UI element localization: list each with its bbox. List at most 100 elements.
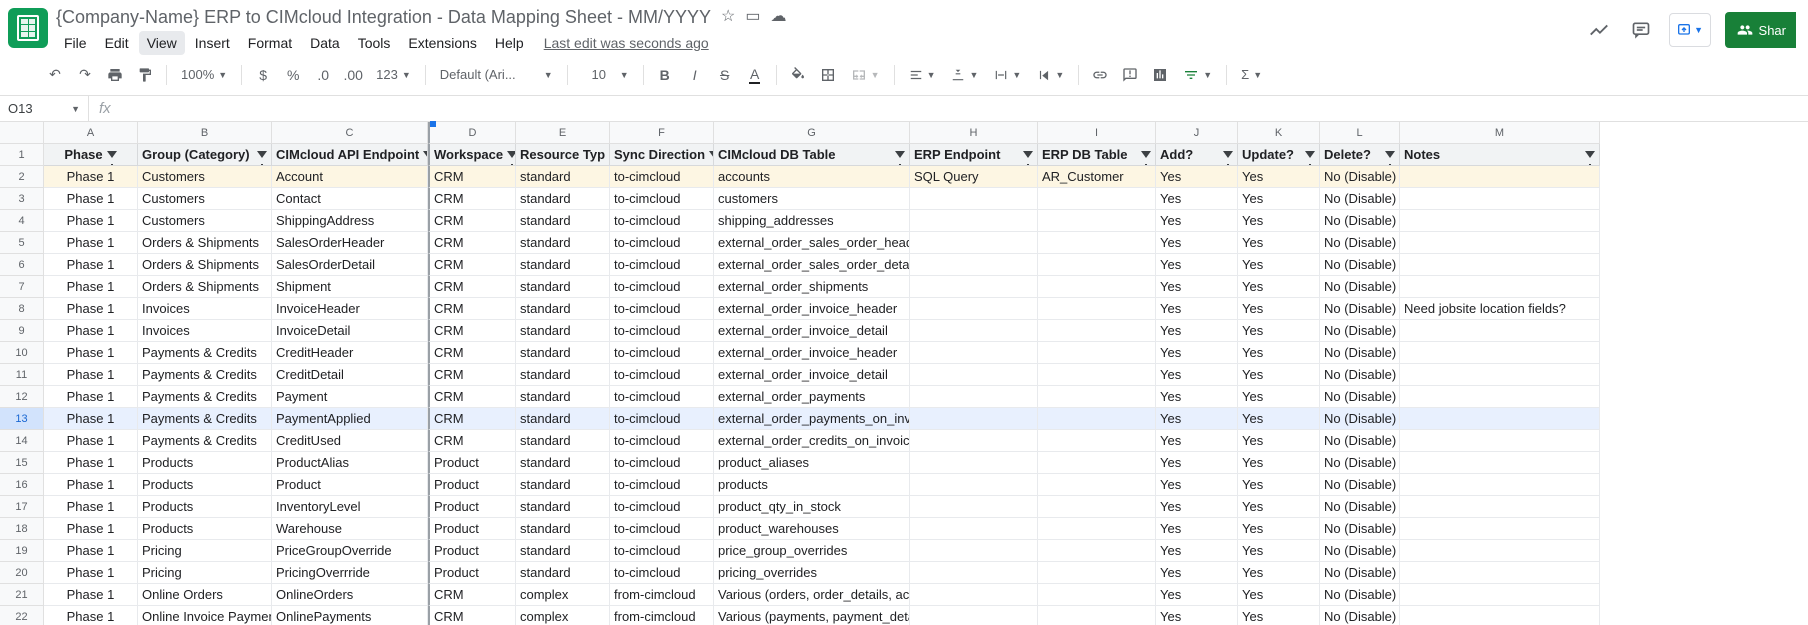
cell[interactable]: CRM <box>428 606 516 625</box>
cell[interactable]: SQL Query <box>910 166 1038 188</box>
cell[interactable]: to-cimcloud <box>610 342 714 364</box>
paint-format-button[interactable] <box>132 62 158 88</box>
cell[interactable]: Yes <box>1156 452 1238 474</box>
cell[interactable]: external_order_shipments <box>714 276 910 298</box>
cell[interactable] <box>910 386 1038 408</box>
column-header-D[interactable]: D <box>428 122 516 144</box>
cell[interactable]: Yes <box>1156 474 1238 496</box>
cell[interactable]: external_order_payments <box>714 386 910 408</box>
cell[interactable] <box>910 408 1038 430</box>
cell[interactable] <box>1400 232 1600 254</box>
cell[interactable] <box>1038 606 1156 625</box>
cell[interactable]: to-cimcloud <box>610 474 714 496</box>
cell[interactable]: Yes <box>1238 364 1320 386</box>
cell[interactable]: Phase 1 <box>44 474 138 496</box>
cell[interactable] <box>910 210 1038 232</box>
cell[interactable] <box>910 342 1038 364</box>
cell[interactable]: Yes <box>1238 298 1320 320</box>
row-header[interactable]: 6 <box>0 254 44 276</box>
cell[interactable]: Product <box>428 518 516 540</box>
cell[interactable]: No (Disable) <box>1320 254 1400 276</box>
cell[interactable] <box>910 364 1038 386</box>
cell[interactable]: standard <box>516 210 610 232</box>
cell[interactable]: Phase 1 <box>44 298 138 320</box>
cell[interactable]: standard <box>516 474 610 496</box>
cell[interactable]: InvoiceHeader <box>272 298 428 320</box>
insert-chart-button[interactable] <box>1147 62 1173 88</box>
cell[interactable]: to-cimcloud <box>610 166 714 188</box>
cell[interactable]: No (Disable) <box>1320 408 1400 430</box>
cell[interactable]: Payments & Credits <box>138 408 272 430</box>
filter-icon[interactable] <box>1023 151 1033 158</box>
cell[interactable] <box>1400 496 1600 518</box>
cell[interactable]: Product <box>428 540 516 562</box>
cell[interactable]: Phase 1 <box>44 606 138 625</box>
cell[interactable] <box>910 298 1038 320</box>
filter-icon[interactable] <box>1305 151 1315 158</box>
font-select[interactable]: Default (Ari...▼ <box>434 67 559 82</box>
font-size-select[interactable]: 10▼ <box>576 67 635 82</box>
cell[interactable]: Yes <box>1156 584 1238 606</box>
percent-button[interactable]: % <box>280 62 306 88</box>
row-header[interactable]: 3 <box>0 188 44 210</box>
cell[interactable]: standard <box>516 496 610 518</box>
fill-color-button[interactable] <box>785 62 811 88</box>
header-cell[interactable]: Phase <box>44 144 138 166</box>
cell[interactable] <box>1400 210 1600 232</box>
cell[interactable] <box>1038 562 1156 584</box>
cell[interactable]: No (Disable) <box>1320 342 1400 364</box>
cell[interactable]: Phase 1 <box>44 386 138 408</box>
cell[interactable]: product_aliases <box>714 452 910 474</box>
cell[interactable]: Phase 1 <box>44 496 138 518</box>
cell[interactable]: OnlinePayments <box>272 606 428 625</box>
cell[interactable]: Payment <box>272 386 428 408</box>
cell[interactable]: Customers <box>138 166 272 188</box>
cell[interactable]: to-cimcloud <box>610 298 714 320</box>
cell[interactable]: Products <box>138 474 272 496</box>
row-header[interactable]: 11 <box>0 364 44 386</box>
cell[interactable]: No (Disable) <box>1320 298 1400 320</box>
cell[interactable]: standard <box>516 232 610 254</box>
cell[interactable]: CRM <box>428 364 516 386</box>
cell[interactable]: Contact <box>272 188 428 210</box>
cell[interactable] <box>1400 364 1600 386</box>
header-cell[interactable]: Notes <box>1400 144 1600 166</box>
cell[interactable]: Yes <box>1156 606 1238 625</box>
cell[interactable]: CRM <box>428 232 516 254</box>
cell[interactable]: ProductAlias <box>272 452 428 474</box>
cell[interactable]: CRM <box>428 584 516 606</box>
cell[interactable]: to-cimcloud <box>610 320 714 342</box>
cell[interactable] <box>1400 166 1600 188</box>
cell[interactable] <box>1400 386 1600 408</box>
row-header[interactable]: 12 <box>0 386 44 408</box>
row-header[interactable]: 22 <box>0 606 44 625</box>
cell[interactable]: Yes <box>1156 210 1238 232</box>
cell[interactable]: No (Disable) <box>1320 540 1400 562</box>
cell[interactable]: No (Disable) <box>1320 166 1400 188</box>
currency-button[interactable]: $ <box>250 62 276 88</box>
v-align-button[interactable]: ▼ <box>945 68 984 82</box>
cell[interactable]: Yes <box>1238 188 1320 210</box>
cell[interactable]: Customers <box>138 188 272 210</box>
cell[interactable]: external_order_sales_order_detail <box>714 254 910 276</box>
cell[interactable]: standard <box>516 320 610 342</box>
cell[interactable]: price_group_overrides <box>714 540 910 562</box>
cell[interactable]: Pricing <box>138 562 272 584</box>
cell[interactable] <box>910 320 1038 342</box>
row-header[interactable]: 14 <box>0 430 44 452</box>
cell[interactable]: Yes <box>1238 540 1320 562</box>
h-align-button[interactable]: ▼ <box>903 68 942 82</box>
cell[interactable]: Yes <box>1238 474 1320 496</box>
cell[interactable]: Yes <box>1156 430 1238 452</box>
decrease-decimal-button[interactable]: .0 <box>310 62 336 88</box>
cell[interactable] <box>1038 232 1156 254</box>
cell[interactable]: external_order_invoice_detail <box>714 364 910 386</box>
header-cell[interactable]: Delete? <box>1320 144 1400 166</box>
cell[interactable]: standard <box>516 386 610 408</box>
column-header-F[interactable]: F <box>610 122 714 144</box>
cell[interactable]: Yes <box>1238 320 1320 342</box>
share-button[interactable]: Shar <box>1725 12 1796 48</box>
cell[interactable]: CreditHeader <box>272 342 428 364</box>
row-header[interactable]: 17 <box>0 496 44 518</box>
cell[interactable]: standard <box>516 364 610 386</box>
